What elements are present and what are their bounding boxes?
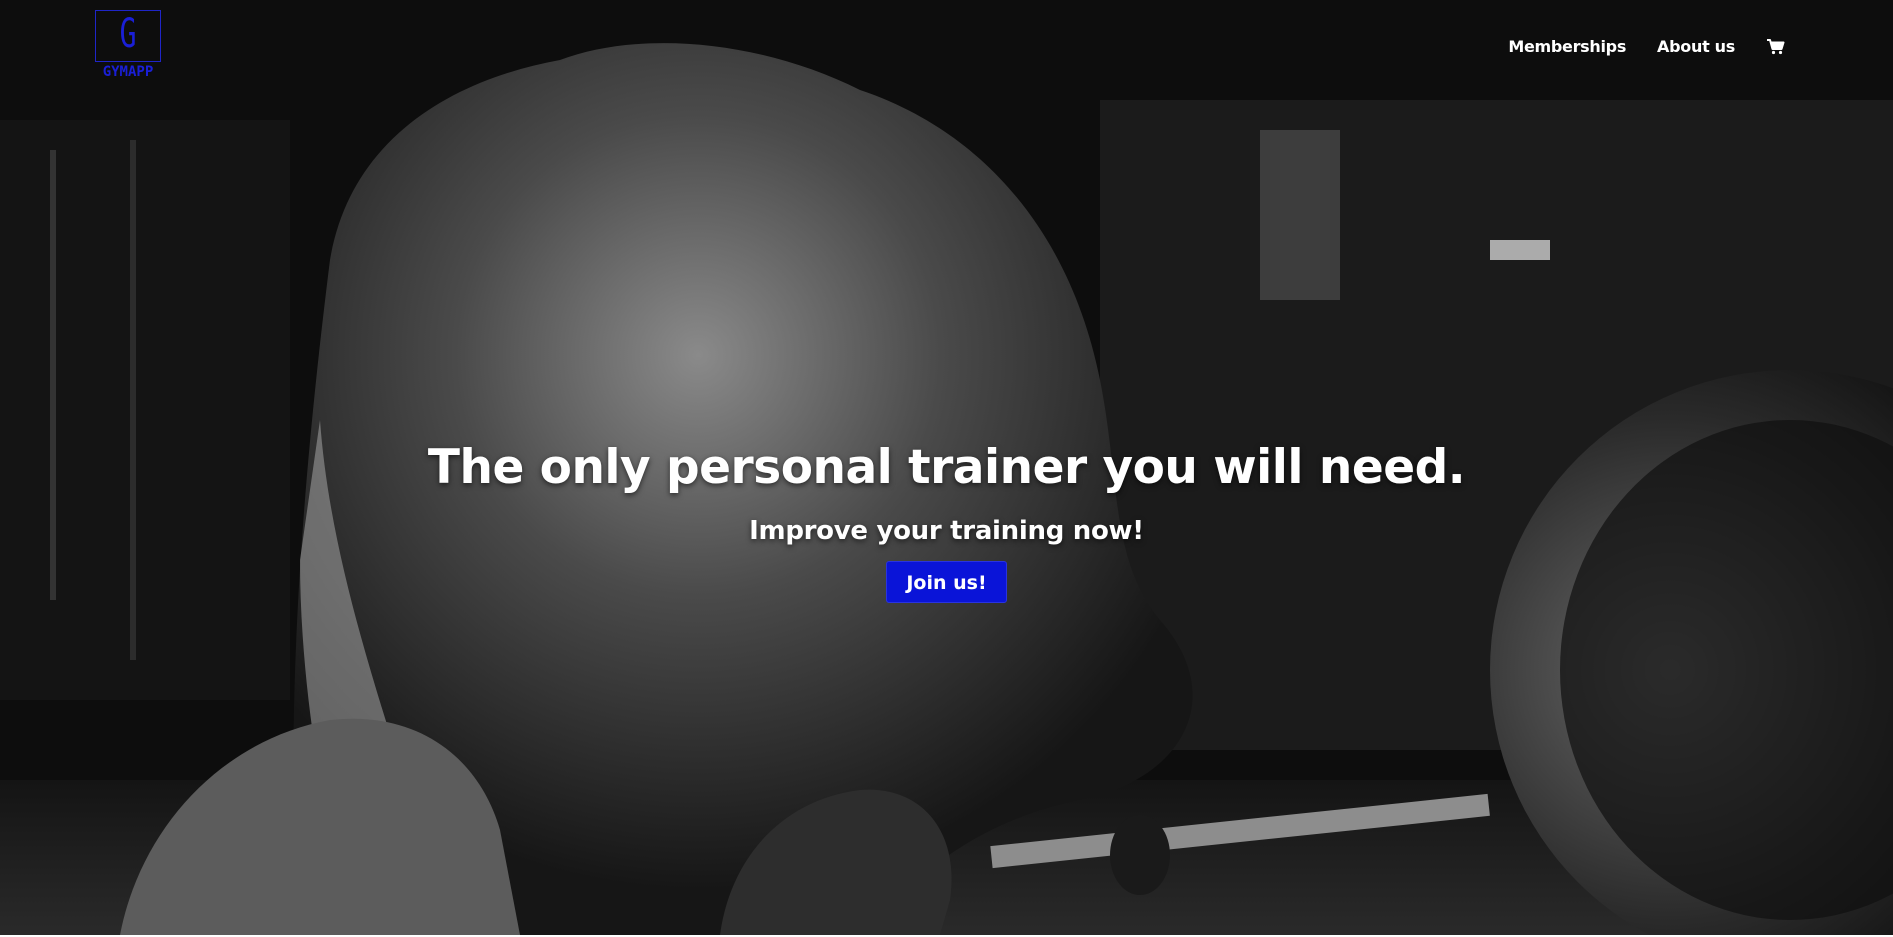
hero-subheadline: Improve your training now! [749, 516, 1144, 546]
logo-letter: G [119, 11, 137, 57]
hero-content: The only personal trainer you will need.… [0, 436, 1893, 603]
nav-item-about-us[interactable]: About us [1657, 36, 1735, 58]
join-us-button[interactable]: Join us! [886, 561, 1007, 603]
hero-section: G GYMAPP Memberships About us The only p… [0, 0, 1893, 935]
logo-wordmark: GYMAPP [102, 64, 154, 80]
nav-item-memberships[interactable]: Memberships [1508, 36, 1626, 58]
main-nav: Memberships About us [1508, 36, 1786, 58]
hero-headline: The only personal trainer you will need. [427, 440, 1466, 495]
logo[interactable]: G GYMAPP [94, 9, 164, 81]
cart-icon[interactable] [1766, 37, 1786, 57]
